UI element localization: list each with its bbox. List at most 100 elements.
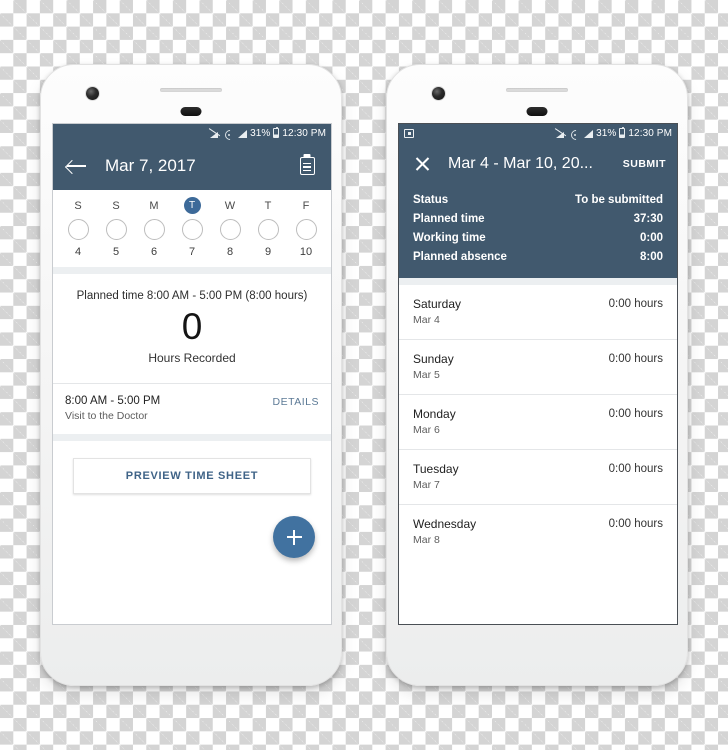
table-row[interactable]: Wednesday Mar 8 0:00 hours xyxy=(399,505,677,559)
fab-area xyxy=(53,494,331,580)
day-text-group: Saturday Mar 4 xyxy=(413,297,461,326)
summary-value: To be submitted xyxy=(575,193,663,206)
week-day-3-selected[interactable]: T 7 xyxy=(173,197,211,258)
day-date: Mar 7 xyxy=(413,479,440,491)
week-day-6[interactable]: F 10 xyxy=(287,199,325,258)
details-link[interactable]: DETAILS xyxy=(273,395,319,408)
day-number-label: 10 xyxy=(299,246,313,258)
day-name: Tuesday xyxy=(413,462,459,476)
hours-recorded-label: Hours Recorded xyxy=(148,351,236,365)
app-bar-right: Mar 4 - Mar 10, 20... SUBMIT xyxy=(399,142,677,186)
week-day-2[interactable]: M 6 xyxy=(135,199,173,258)
arrow-back-icon xyxy=(67,159,87,173)
day-hours: 0:00 hours xyxy=(608,518,663,530)
summary-row-planned-absence: Planned absence 8:00 xyxy=(413,247,663,266)
summary-label: Planned absence xyxy=(413,250,507,263)
status-bar-right: 31% 12:30 PM xyxy=(399,124,677,142)
phone-hardware-top xyxy=(41,65,341,123)
front-camera-icon xyxy=(86,87,99,100)
time-entry-row[interactable]: 8:00 AM - 5:00 PM Visit to the Doctor DE… xyxy=(53,384,331,434)
screen-right: 31% 12:30 PM Mar 4 - Mar 10, 20... SUBMI… xyxy=(398,123,678,625)
summary-value: 0:00 xyxy=(639,231,663,244)
summary-value: 8:00 xyxy=(639,250,663,263)
table-row[interactable]: Monday Mar 6 0:00 hours xyxy=(399,395,677,449)
table-row[interactable]: Tuesday Mar 7 0:00 hours xyxy=(399,450,677,504)
plus-icon xyxy=(286,529,302,545)
day-hours-circle[interactable] xyxy=(257,219,279,240)
day-text-group: Tuesday Mar 7 xyxy=(413,462,459,491)
day-number-label: 7 xyxy=(188,246,196,258)
day-of-week-label: T xyxy=(264,200,272,212)
entry-description: Visit to the Doctor xyxy=(65,410,148,422)
summary-card: Planned time 8:00 AM - 5:00 PM (8:00 hou… xyxy=(53,274,331,434)
section-gap xyxy=(53,267,331,274)
clock: 12:30 PM xyxy=(282,127,326,139)
cast-off-icon xyxy=(556,129,567,138)
week-strip: S 4 S 5 M 6 T 7 W 8 T 9 F 10 xyxy=(53,190,331,267)
day-hours-circle[interactable] xyxy=(143,219,165,240)
table-row[interactable]: Saturday Mar 4 0:00 hours xyxy=(399,285,677,339)
day-hours: 0:00 hours xyxy=(608,353,663,365)
day-of-week-label: S xyxy=(74,200,82,212)
wifi-icon xyxy=(224,129,234,138)
submit-button[interactable]: SUBMIT xyxy=(623,158,666,170)
entry-text-group: 8:00 AM - 5:00 PM Visit to the Doctor xyxy=(65,395,273,422)
day-number-label: 6 xyxy=(150,246,158,258)
day-hours-circle[interactable] xyxy=(181,219,203,240)
day-of-week-label: W xyxy=(224,200,236,212)
sensor-pill xyxy=(526,107,548,116)
week-range-title: Mar 4 - Mar 10, 20... xyxy=(448,155,593,172)
summary-row-planned-time: Planned time 37:30 xyxy=(413,209,663,228)
section-gap-2 xyxy=(53,434,331,441)
day-hours-circle[interactable] xyxy=(295,219,317,240)
summary-value: 37:30 xyxy=(633,212,663,225)
clock: 12:30 PM xyxy=(628,127,672,139)
wifi-icon xyxy=(570,129,580,138)
battery-percent: 31% xyxy=(250,127,271,139)
app-bar-left: Mar 7, 2017 xyxy=(53,142,331,190)
week-day-4[interactable]: W 8 xyxy=(211,199,249,258)
table-row[interactable]: Sunday Mar 5 0:00 hours xyxy=(399,340,677,394)
day-hours: 0:00 hours xyxy=(608,298,663,310)
day-date: Mar 8 xyxy=(413,534,440,546)
section-gap-right xyxy=(399,278,677,285)
day-text-group: Monday Mar 6 xyxy=(413,407,456,436)
status-bar-left-slot xyxy=(404,128,414,138)
battery-icon xyxy=(619,126,626,138)
day-text-group: Sunday Mar 5 xyxy=(413,352,454,381)
day-hours-circle[interactable] xyxy=(67,219,89,240)
screen-left: 31% 12:30 PM Mar 7, 2017 S 4 S 5 M 6 T 7… xyxy=(52,123,332,625)
day-hours-circle[interactable] xyxy=(105,219,127,240)
day-list: Saturday Mar 4 0:00 hours Sunday Mar 5 0… xyxy=(399,285,677,559)
close-button[interactable] xyxy=(410,152,434,176)
day-date: Mar 5 xyxy=(413,369,440,381)
earpiece-speaker xyxy=(160,88,222,92)
day-date: Mar 6 xyxy=(413,424,440,436)
day-of-week-label: M xyxy=(149,200,159,212)
add-entry-fab[interactable] xyxy=(273,516,315,558)
planned-time-text: Planned time 8:00 AM - 5:00 PM (8:00 hou… xyxy=(76,290,308,302)
screenshot-icon xyxy=(404,128,414,138)
preview-button-wrap: PREVIEW TIME SHEET xyxy=(53,441,331,494)
day-number-label: 5 xyxy=(112,246,120,258)
week-day-0[interactable]: S 4 xyxy=(59,199,97,258)
timesheet-button[interactable] xyxy=(295,154,319,178)
cast-off-icon xyxy=(210,129,221,138)
day-hours-circle[interactable] xyxy=(219,219,241,240)
summary-label: Planned time xyxy=(413,212,485,225)
summary-row-status: Status To be submitted xyxy=(413,190,663,209)
phone-left: 31% 12:30 PM Mar 7, 2017 S 4 S 5 M 6 T 7… xyxy=(40,64,342,686)
battery-percent: 31% xyxy=(596,127,617,139)
phone-right: 31% 12:30 PM Mar 4 - Mar 10, 20... SUBMI… xyxy=(386,64,688,686)
summary-label: Status xyxy=(413,193,449,206)
day-name: Sunday xyxy=(413,352,454,366)
day-name: Monday xyxy=(413,407,456,421)
week-day-5[interactable]: T 9 xyxy=(249,199,287,258)
preview-time-sheet-button[interactable]: PREVIEW TIME SHEET xyxy=(73,458,311,494)
week-summary-panel: Status To be submitted Planned time 37:3… xyxy=(399,186,677,278)
day-hours: 0:00 hours xyxy=(608,408,663,420)
day-date: Mar 4 xyxy=(413,314,440,326)
back-button[interactable] xyxy=(65,154,89,178)
day-of-week-label-selected: T xyxy=(183,197,201,214)
week-day-1[interactable]: S 5 xyxy=(97,199,135,258)
